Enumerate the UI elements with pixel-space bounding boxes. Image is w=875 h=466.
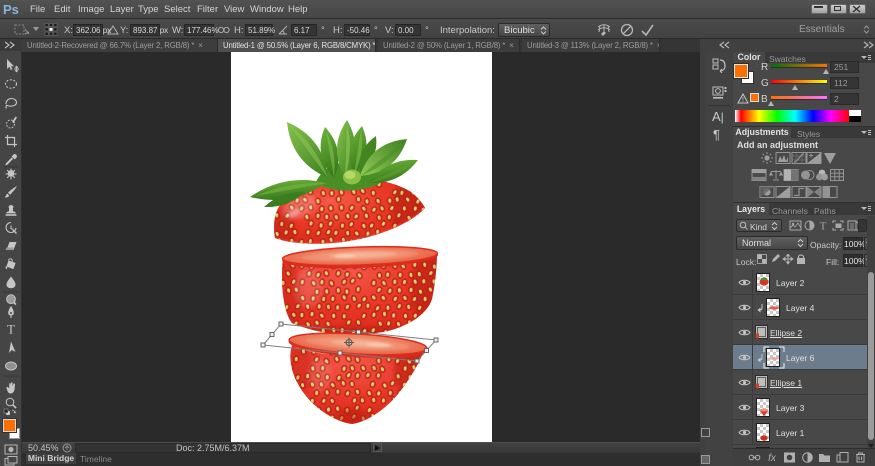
svg-text:T: T bbox=[820, 221, 827, 233]
svg-text:!: ! bbox=[742, 97, 744, 104]
svg-text:fx: fx bbox=[768, 453, 777, 464]
svg-text:T: T bbox=[7, 322, 15, 337]
